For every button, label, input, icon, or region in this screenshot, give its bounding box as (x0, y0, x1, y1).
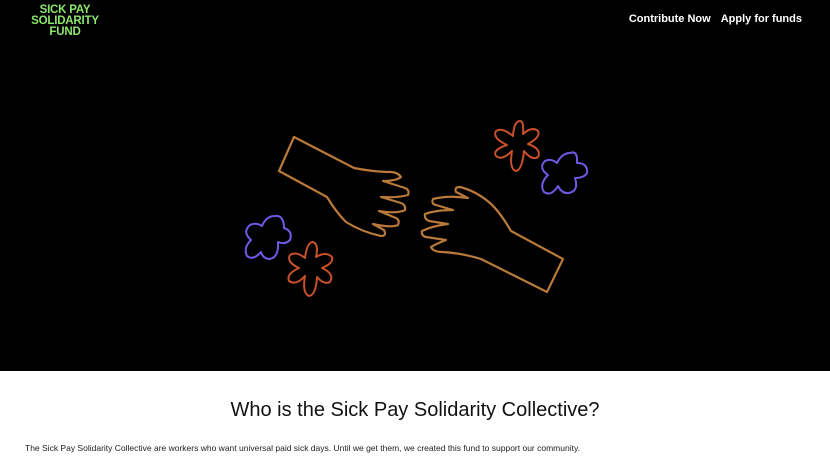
purple-flower-icon (541, 151, 589, 195)
about-section: Who is the Sick Pay Solidarity Collectiv… (0, 371, 830, 460)
purple-flower-icon (244, 214, 292, 260)
about-body: The Sick Pay Solidarity Collective are w… (25, 443, 580, 453)
hands-illustration (244, 120, 589, 297)
left-hand-icon (277, 135, 410, 238)
red-flower-icon (494, 120, 540, 172)
about-heading: Who is the Sick Pay Solidarity Collectiv… (230, 399, 600, 421)
red-flower-icon (287, 241, 334, 297)
right-hand-icon (420, 185, 565, 294)
hero-section: SICK PAY SOLIDARITY FUND Contribute Now … (0, 0, 830, 371)
